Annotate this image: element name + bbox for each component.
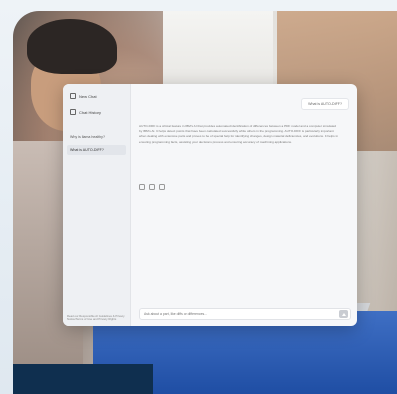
sidebar-item-llama[interactable]: Why is llama healthy? — [67, 132, 126, 142]
conversation-list: Why is llama healthy? What is AUTO-DIFF? — [67, 132, 126, 155]
chat-history-button[interactable]: Chat History — [67, 106, 126, 118]
chat-main: What is AUTO-DIFF? AUTO-DIFF is a critic… — [131, 84, 357, 326]
edit-icon — [70, 93, 76, 99]
user-message: What is AUTO-DIFF? — [301, 98, 349, 110]
photo-navy-band — [13, 364, 153, 394]
new-chat-button[interactable]: New Chat — [67, 90, 126, 102]
new-chat-label: New Chat — [79, 93, 97, 99]
send-arrow-icon — [341, 312, 346, 316]
message-composer — [139, 308, 351, 320]
thumbs-up-icon[interactable] — [149, 184, 155, 190]
sidebar: New Chat Chat History Why is llama healt… — [63, 84, 131, 326]
copy-icon[interactable] — [139, 184, 145, 190]
sidebar-item-auto-diff[interactable]: What is AUTO-DIFF? — [67, 145, 126, 155]
chat-window: New Chat Chat History Why is llama healt… — [63, 84, 357, 326]
history-icon — [70, 109, 76, 115]
message-input[interactable] — [140, 309, 339, 319]
assistant-message: AUTO-DIFF is a critical feature in IBM's… — [139, 124, 338, 144]
message-actions — [139, 184, 165, 190]
chat-history-label: Chat History — [79, 109, 102, 115]
thumbs-down-icon[interactable] — [159, 184, 165, 190]
photo-person-hair — [27, 19, 117, 74]
sidebar-footer-text[interactable]: Read our Responsible AI Guidelines & Pri… — [67, 314, 127, 322]
send-button[interactable] — [339, 310, 348, 318]
